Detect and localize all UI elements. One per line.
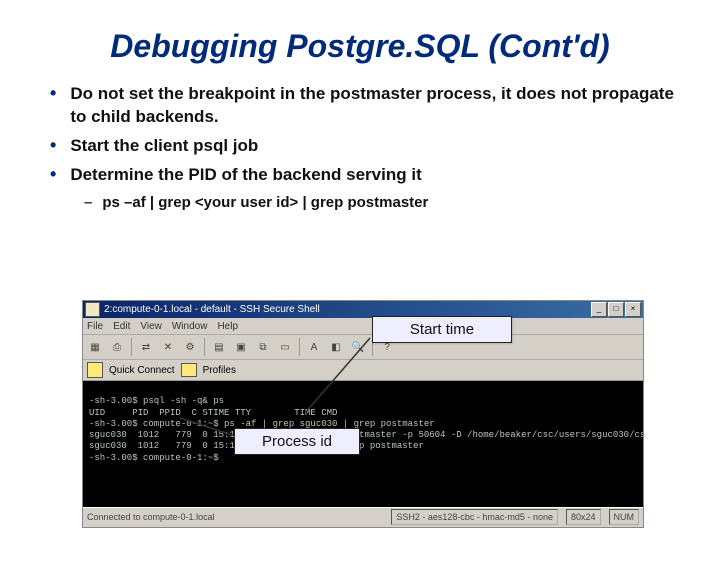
callout-process-id: Process id [234, 428, 360, 455]
toolbar-separator [131, 338, 132, 356]
minimize-button[interactable]: _ [591, 302, 607, 317]
bullet-list: • Do not set the breakpoint in the postm… [50, 83, 680, 213]
paste-icon[interactable]: ▭ [275, 337, 295, 357]
profiles-icon[interactable] [181, 363, 197, 377]
close-button[interactable]: × [625, 302, 641, 317]
window-titlebar: 2:compute-0-1.local - default - SSH Secu… [83, 301, 643, 318]
bullet-item: • Start the client psql job [50, 135, 680, 158]
slide-title: Debugging Postgre.SQL (Cont'd) [40, 28, 680, 65]
copy-icon[interactable]: ⧉ [253, 337, 273, 357]
save-icon[interactable]: ▦ [85, 337, 105, 357]
settings-icon[interactable]: ⚙ [180, 337, 200, 357]
status-ssh: SSH2 - aes128-cbc - hmac-md5 - none [391, 509, 558, 525]
bullet-text: Determine the PID of the backend serving… [70, 164, 421, 187]
menu-window[interactable]: Window [172, 321, 208, 332]
window-title: 2:compute-0-1.local - default - SSH Secu… [104, 304, 591, 315]
maximize-button[interactable]: □ [608, 302, 624, 317]
print-icon[interactable]: ⎙ [107, 337, 127, 357]
terminal-icon[interactable]: ▣ [231, 337, 251, 357]
bullet-item: • Determine the PID of the backend servi… [50, 164, 680, 187]
toolbar-separator [204, 338, 205, 356]
menu-view[interactable]: View [140, 321, 162, 332]
callout-pointer-start [300, 338, 380, 418]
app-icon [85, 302, 100, 317]
status-bar: Connected to compute-0-1.local SSH2 - ae… [83, 507, 643, 526]
sub-bullet-dash: – [84, 193, 92, 213]
quickconnect-icon[interactable] [87, 362, 103, 378]
status-left: Connected to compute-0-1.local [87, 512, 215, 522]
callout-pointer-pid [180, 418, 240, 438]
bullet-dot: • [50, 135, 56, 158]
status-num: NUM [609, 509, 640, 525]
terminal-line: -sh-3.00$ compute-0-1:~$ [89, 453, 219, 463]
folder-icon[interactable]: ▤ [209, 337, 229, 357]
sub-bullet-text: ps –af | grep <your user id> | grep post… [102, 193, 428, 213]
terminal-line: sguc030 1012 779 0 15:10 pts/1 00:00:00 … [89, 430, 643, 440]
bullet-item: • Do not set the breakpoint in the postm… [50, 83, 680, 129]
bullet-text: Do not set the breakpoint in the postmas… [70, 83, 680, 129]
bullet-dot: • [50, 164, 56, 187]
status-right: SSH2 - aes128-cbc - hmac-md5 - none 80x2… [391, 509, 639, 525]
profiles-label[interactable]: Profiles [203, 365, 236, 376]
bullet-dot: • [50, 83, 56, 129]
quickconnect-label[interactable]: Quick Connect [109, 365, 175, 376]
status-size: 80x24 [566, 509, 601, 525]
menu-help[interactable]: Help [217, 321, 238, 332]
menu-edit[interactable]: Edit [113, 321, 130, 332]
window-controls: _ □ × [591, 302, 641, 317]
bullet-text: Start the client psql job [70, 135, 258, 158]
callout-start-time: Start time [372, 316, 512, 343]
connect-icon[interactable]: ⇄ [136, 337, 156, 357]
menu-bar: File Edit View Window Help [83, 318, 643, 335]
disconnect-icon[interactable]: ✕ [158, 337, 178, 357]
sub-bullet-item: – ps –af | grep <your user id> | grep po… [84, 193, 680, 213]
menu-file[interactable]: File [87, 321, 103, 332]
terminal-line: -sh-3.00$ psql -sh -q& ps [89, 396, 224, 406]
